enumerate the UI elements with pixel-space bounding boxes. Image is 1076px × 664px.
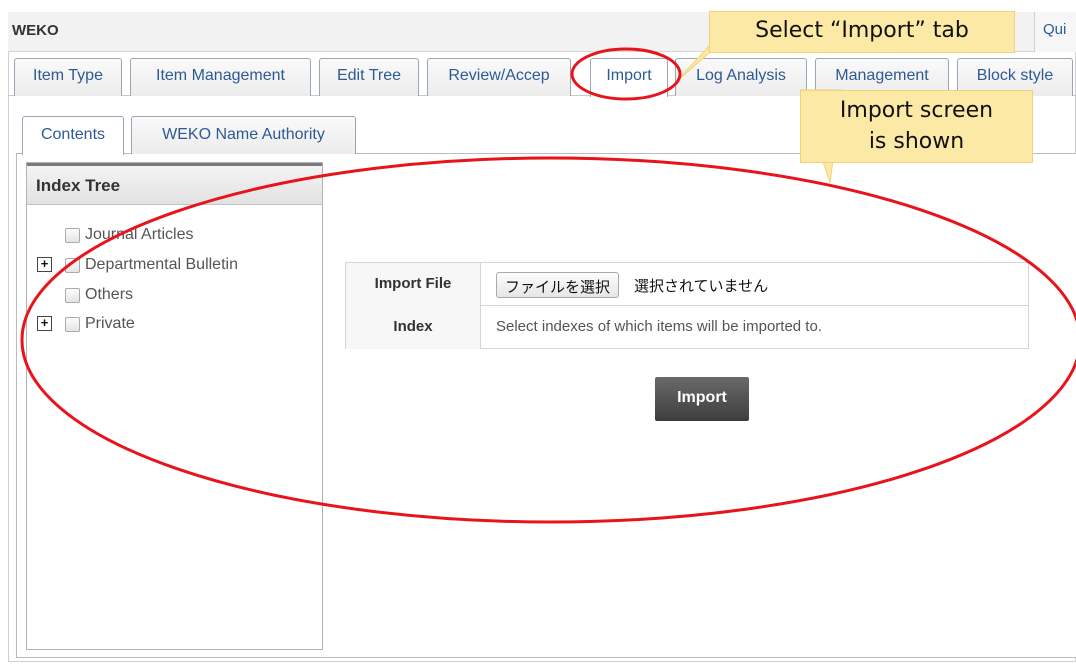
screen-highlight-ellipse: [20, 156, 1076, 524]
screen-callout-line: is shown: [868, 129, 965, 154]
tab-callout: Select “Import” tab: [709, 11, 1015, 53]
screen-callout: Import screen is shown: [800, 90, 1033, 163]
screen-callout-line: Import screen: [839, 98, 994, 123]
tab-highlight-circle: [570, 47, 682, 101]
